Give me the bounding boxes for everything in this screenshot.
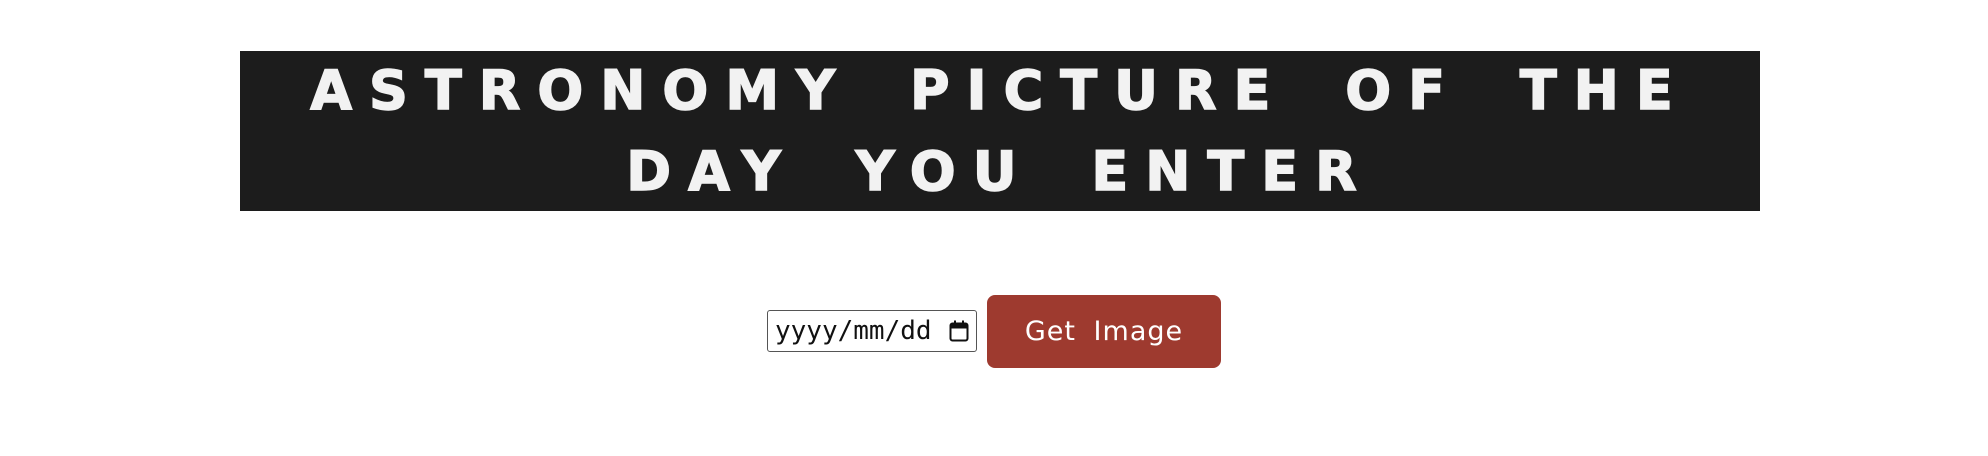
calendar-icon[interactable]	[948, 319, 970, 343]
date-input[interactable]	[775, 316, 948, 346]
get-image-button[interactable]: Get Image	[987, 294, 1221, 368]
date-field[interactable]	[767, 310, 977, 352]
title-banner: ASTRONOMY PICTURE OF THE DAY YOU ENTER	[240, 51, 1760, 211]
date-form: Get Image	[0, 294, 1988, 368]
page-title: ASTRONOMY PICTURE OF THE DAY YOU ENTER	[309, 58, 1690, 204]
